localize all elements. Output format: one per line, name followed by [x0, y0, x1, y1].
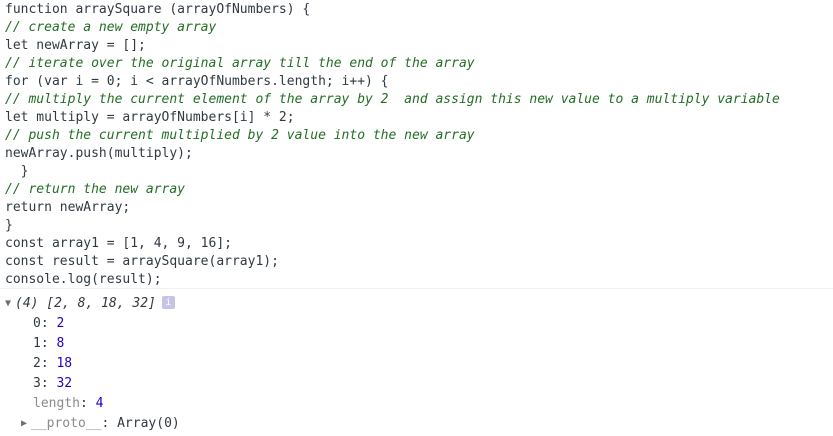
- code-line: }: [5, 164, 29, 179]
- array-summary-row[interactable]: ▼ (4) [2, 8, 18, 32] i: [0, 294, 833, 314]
- code-line: function arraySquare (arrayOfNumbers) {: [5, 2, 311, 17]
- code-comment-line: // push the current multiplied by 2 valu…: [5, 128, 475, 143]
- entry-colon: :: [40, 316, 57, 331]
- entry-value: 2: [56, 316, 65, 331]
- entry-colon: :: [40, 336, 57, 351]
- entry-value: 18: [56, 356, 73, 371]
- proto-property-row[interactable]: ▶ __proto__: Array(0): [0, 414, 833, 434]
- entry-key: 3: [33, 376, 41, 391]
- code-line: console.log(result);: [5, 272, 162, 287]
- proto-key[interactable]: __proto__: [31, 416, 101, 431]
- code-line: let multiply = arrayOfNumbers[i] * 2;: [5, 110, 295, 125]
- entry-key: 0: [33, 316, 41, 331]
- code-line: newArray.push(multiply);: [5, 146, 193, 161]
- code-line: let newArray = [];: [5, 38, 146, 53]
- info-icon[interactable]: i: [161, 296, 175, 309]
- code-comment-line: // iterate over the original array till …: [5, 56, 475, 71]
- entry-colon: :: [79, 396, 96, 411]
- entry-colon: :: [101, 416, 118, 431]
- code-comment-line: // create a new empty array: [5, 20, 217, 35]
- code-comment-line: // return the new array: [5, 182, 186, 197]
- code-line: for (var i = 0; i < arrayOfNumbers.lengt…: [5, 74, 389, 89]
- length-value: 4: [95, 396, 104, 411]
- entry-value: 32: [56, 376, 73, 391]
- code-line: const result = arraySquare(array1);: [5, 254, 279, 269]
- code-line: const array1 = [1, 4, 9, 16];: [5, 236, 232, 251]
- console-output: ▼ (4) [2, 8, 18, 32] i 0: 2 1: 8 2: 18 3: …: [0, 294, 833, 434]
- code-line: return newArray;: [5, 200, 131, 215]
- length-property: length: 4: [0, 394, 833, 414]
- code-comment-line: // multiply the current element of the a…: [5, 92, 780, 107]
- proto-value: Array(0): [117, 416, 180, 431]
- devtools-console: function arraySquare (arrayOfNumbers) { …: [0, 0, 833, 436]
- entry-key: 2: [33, 356, 41, 371]
- collapsed-triangle-icon[interactable]: ▶: [21, 414, 31, 434]
- entry-value: 8: [56, 336, 65, 351]
- entry-key: 1: [33, 336, 41, 351]
- entry-colon: :: [40, 356, 57, 371]
- console-message-divider: [0, 288, 833, 289]
- array-entry: 3: 32: [0, 374, 833, 394]
- array-entry: 0: 2: [0, 314, 833, 334]
- array-summary[interactable]: (4) [2, 8, 18, 32]: [15, 296, 156, 311]
- console-input-code: function arraySquare (arrayOfNumbers) { …: [0, 0, 833, 287]
- array-entry: 1: 8: [0, 334, 833, 354]
- code-line: }: [5, 218, 13, 233]
- length-key: length: [33, 396, 80, 411]
- expand-triangle-icon[interactable]: ▼: [5, 294, 15, 314]
- array-entry: 2: 18: [0, 354, 833, 374]
- entry-colon: :: [40, 376, 57, 391]
